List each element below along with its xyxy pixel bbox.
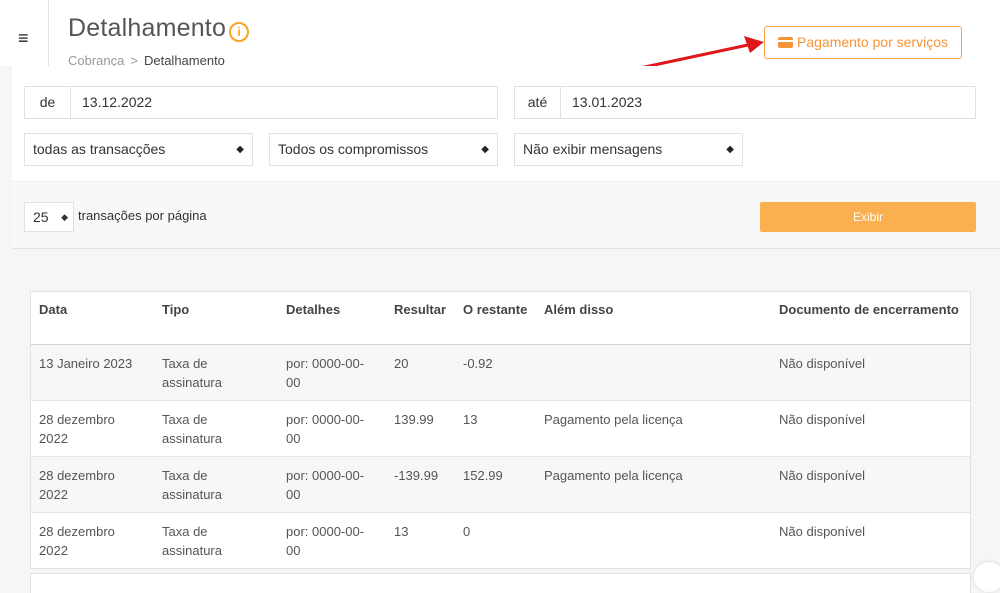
column-header-closing-document[interactable]: Documento de encerramento <box>771 292 970 345</box>
table-row: 13 Janeiro 2023 Taxa de assinatura por: … <box>31 343 970 400</box>
column-header-details[interactable]: Detalhes <box>278 292 386 345</box>
select-caret-icon: ◆ <box>236 144 244 155</box>
cell-details: por: 0000-00-00 <box>278 455 386 512</box>
cell-date: 13 Janeiro 2023 <box>31 343 154 400</box>
cell-additional <box>536 343 771 400</box>
commitments-select-value: Todos os compromissos <box>278 141 429 157</box>
hamburger-menu-icon[interactable]: ≡ <box>18 28 38 48</box>
date-to-field[interactable]: até 13.01.2023 <box>514 86 976 119</box>
page-title: Detalhamento <box>68 14 227 42</box>
messages-select-value: Não exibir mensagens <box>523 141 663 157</box>
info-circle-icon[interactable]: i <box>229 22 249 42</box>
cell-date: 28 dezembro 2022 <box>31 399 154 456</box>
cell-type: Taxa de assinatura <box>154 511 278 568</box>
cell-remaining: 13 <box>455 399 536 456</box>
transactions-table: Data Tipo Detalhes Resultar O restante A… <box>30 291 971 569</box>
per-page-select[interactable]: 25 ◆ <box>24 202 74 232</box>
column-header-additional[interactable]: Além disso <box>536 292 771 345</box>
cell-closing-document: Não disponível <box>771 343 970 400</box>
show-button[interactable]: Exibir <box>760 202 976 232</box>
date-from-field[interactable]: de 13.12.2022 <box>24 86 498 119</box>
table-header-row: Data Tipo Detalhes Resultar O restante A… <box>31 292 970 345</box>
column-header-remaining[interactable]: O restante <box>455 292 536 345</box>
messages-select[interactable]: Não exibir mensagens ◆ <box>514 133 743 166</box>
cell-result: 13 <box>386 511 455 568</box>
pay-for-services-button[interactable]: Pagamento por serviços <box>764 26 962 59</box>
table-row: 28 dezembro 2022 Taxa de assinatura por:… <box>31 455 970 512</box>
cell-type: Taxa de assinatura <box>154 399 278 456</box>
cell-additional: Pagamento pela licença <box>536 399 771 456</box>
select-caret-icon: ◆ <box>481 144 489 155</box>
cell-closing-document: Não disponível <box>771 399 970 456</box>
cell-remaining: 0 <box>455 511 536 568</box>
top-bar: ≡ Detalhamento i Cobrança > Detalhamento P… <box>0 0 1000 68</box>
column-header-date[interactable]: Data <box>31 292 154 345</box>
bottom-panel <box>30 573 971 593</box>
cell-details: por: 0000-00-00 <box>278 511 386 568</box>
cell-date: 28 dezembro 2022 <box>31 455 154 512</box>
cell-details: por: 0000-00-00 <box>278 399 386 456</box>
select-caret-icon: ◆ <box>726 144 734 155</box>
cell-result: 139.99 <box>386 399 455 456</box>
date-to-label: até <box>515 87 561 118</box>
cell-type: Taxa de assinatura <box>154 455 278 512</box>
table-row: 28 dezembro 2022 Taxa de assinatura por:… <box>31 511 970 568</box>
transactions-select[interactable]: todas as transacções ◆ <box>24 133 253 166</box>
filter-panel: de 13.12.2022 até 13.01.2023 todas as tr… <box>12 66 1000 181</box>
date-from-label: de <box>25 87 71 118</box>
cell-details: por: 0000-00-00 <box>278 343 386 400</box>
scroll-to-top-icon[interactable] <box>974 562 1000 592</box>
transactions-select-value: todas as transacções <box>33 141 166 157</box>
column-header-result[interactable]: Resultar <box>386 292 455 345</box>
cell-remaining: -0.92 <box>455 343 536 400</box>
credit-card-icon <box>778 37 794 48</box>
cell-date: 28 dezembro 2022 <box>31 511 154 568</box>
cell-closing-document: Não disponível <box>771 511 970 568</box>
cell-type: Taxa de assinatura <box>154 343 278 400</box>
date-to-value: 13.01.2023 <box>572 94 643 110</box>
cell-result: 20 <box>386 343 455 400</box>
select-caret-icon: ◆ <box>61 212 68 222</box>
pagination-bar: 25 ◆ transações por página Exibir <box>12 181 1000 249</box>
cell-closing-document: Não disponível <box>771 455 970 512</box>
cell-additional: Pagamento pela licença <box>536 455 771 512</box>
date-from-value: 13.12.2022 <box>82 94 153 110</box>
column-header-type[interactable]: Tipo <box>154 292 278 345</box>
cell-remaining: 152.99 <box>455 455 536 512</box>
cell-result: -139.99 <box>386 455 455 512</box>
per-page-value: 25 <box>33 209 49 225</box>
per-page-label: transações por página <box>78 208 207 223</box>
cell-additional <box>536 511 771 568</box>
table-row: 28 dezembro 2022 Taxa de assinatura por:… <box>31 399 970 456</box>
pay-for-services-label: Pagamento por serviços <box>797 34 948 50</box>
commitments-select[interactable]: Todos os compromissos ◆ <box>269 133 498 166</box>
